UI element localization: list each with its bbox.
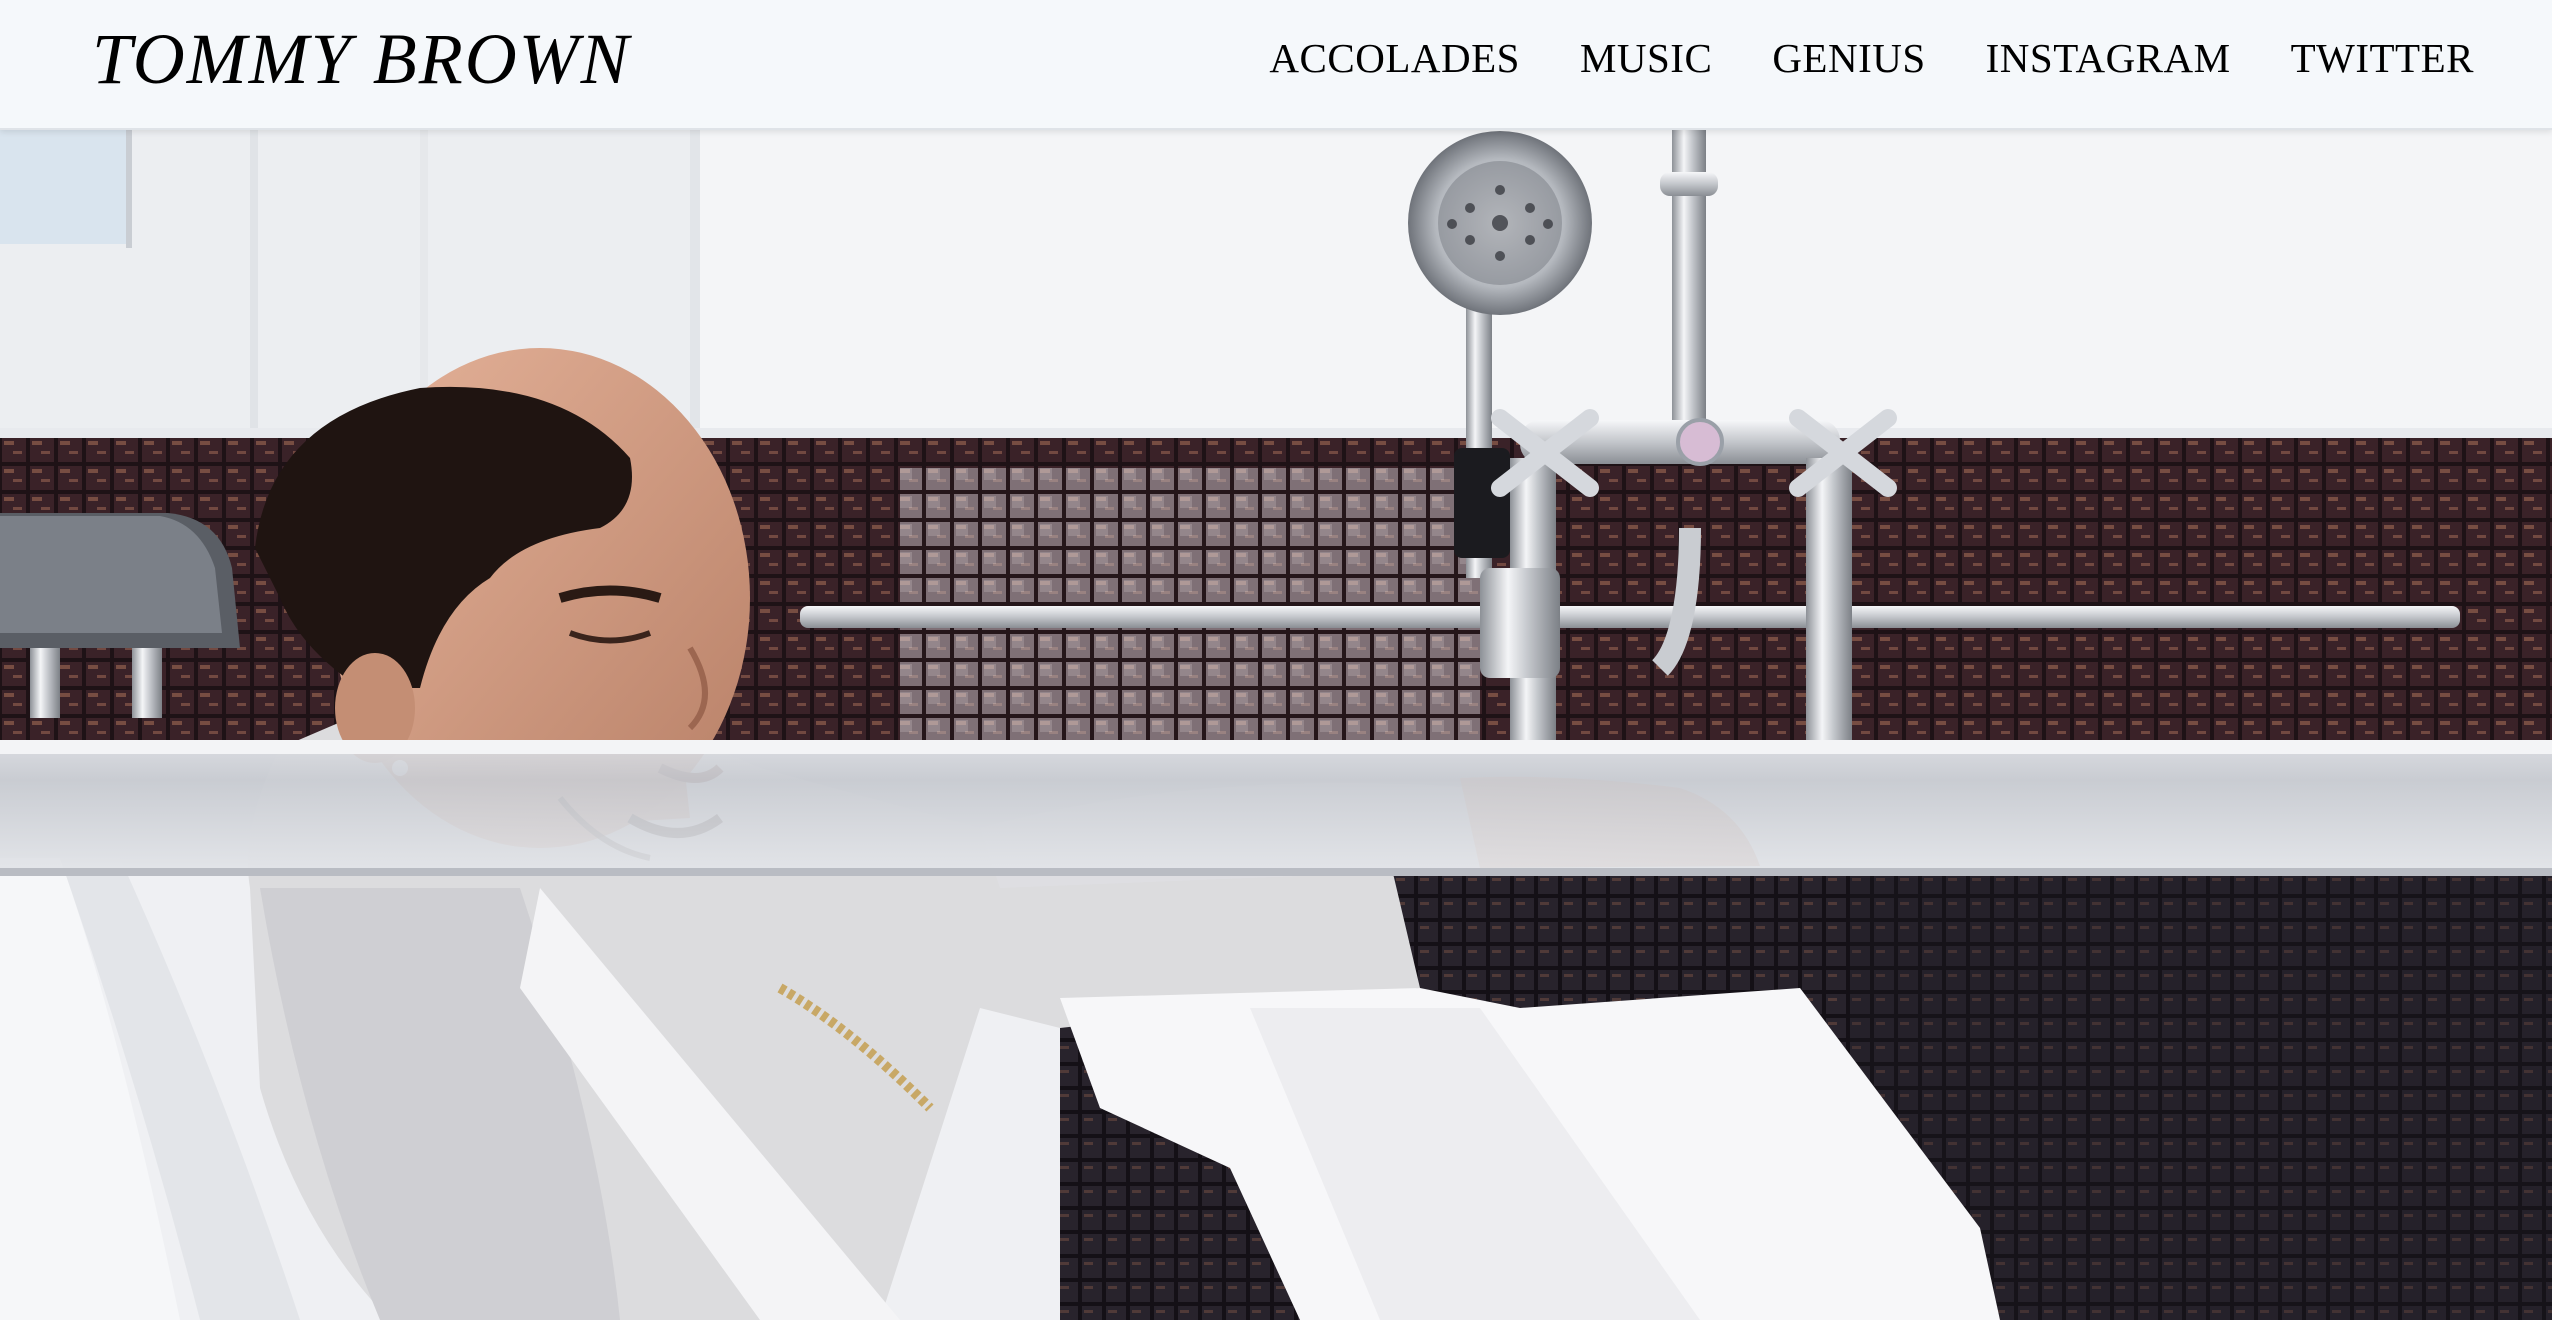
nav-genius[interactable]: GENIUS <box>1772 30 1925 86</box>
page: TOMMY BROWN ACCOLADES MUSIC GENIUS INSTA… <box>0 0 2552 1320</box>
nav-twitter[interactable]: TWITTER <box>2291 30 2474 86</box>
nav-music[interactable]: MUSIC <box>1580 30 1712 86</box>
site-header: TOMMY BROWN ACCOLADES MUSIC GENIUS INSTA… <box>0 0 2552 130</box>
nav-instagram[interactable]: INSTAGRAM <box>1986 30 2231 86</box>
nav-accolades[interactable]: ACCOLADES <box>1269 30 1520 86</box>
main-nav: ACCOLADES MUSIC GENIUS INSTAGRAM TWITTER <box>1269 30 2474 86</box>
hero-image <box>0 128 2552 1320</box>
site-logo[interactable]: TOMMY BROWN <box>92 16 631 102</box>
